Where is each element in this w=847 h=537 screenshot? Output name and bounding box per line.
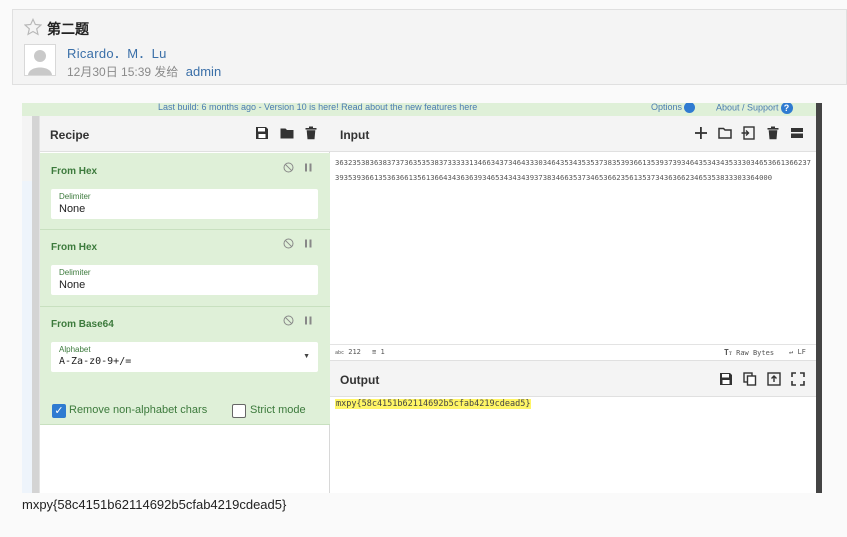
pause-icon[interactable] (304, 163, 313, 172)
save-icon[interactable] (255, 126, 269, 140)
add-tab-icon[interactable] (694, 126, 708, 140)
about-label: About / Support (716, 103, 779, 113)
banner-text[interactable]: Last build: 6 months ago - Version 10 is… (158, 103, 477, 112)
post-title: 第二题 (47, 21, 89, 37)
delimiter-field[interactable]: Delimiter None (51, 189, 318, 219)
scrollbar[interactable] (32, 116, 39, 493)
field-label: Alphabet (59, 345, 91, 354)
eol-indicator[interactable]: ↵ LF (789, 348, 806, 356)
post-date: 12月30日 15:39 (67, 65, 152, 79)
disable-icon[interactable] (283, 315, 294, 326)
input-title: Input (340, 128, 370, 142)
open-folder-icon[interactable] (718, 126, 732, 140)
recipe-title: Recipe (50, 128, 90, 142)
char-count-label: abc (335, 350, 345, 356)
operations-panel-edge (22, 116, 40, 493)
field-value: A-Za-z0-9+/= (59, 356, 132, 367)
io-pane: Input 3632353836383737363535383733333134… (330, 116, 816, 493)
field-label: Delimiter (59, 192, 91, 201)
alphabet-select[interactable]: Alphabet A-Za-z0-9+/= ▼ (51, 342, 318, 372)
trash-icon[interactable] (766, 126, 780, 140)
build-banner: Last build: 6 months ago - Version 10 is… (22, 103, 822, 116)
field-value: None (59, 203, 86, 215)
avatar[interactable] (24, 44, 56, 76)
post-meta: 12月30日 15:39 发给 admin (67, 63, 221, 80)
format-indicator[interactable]: Tᴛ Raw Bytes (724, 348, 774, 357)
maximize-icon[interactable] (791, 372, 805, 386)
strict-mode-checkbox[interactable] (232, 404, 246, 418)
answer-text: mxpy{58c4151b62114692b5cfab4219cdead5} (22, 497, 287, 512)
input-textarea[interactable]: 3632353836383737363535383733333134663437… (335, 156, 813, 185)
chevron-down-icon: ▼ (303, 353, 310, 360)
field-label: Delimiter (59, 268, 91, 277)
operation-from-hex-2[interactable]: From Hex Delimiter None (40, 230, 330, 307)
copy-icon[interactable] (743, 372, 757, 386)
star-icon[interactable] (24, 18, 42, 36)
input-status-bar: abc 212 ≡ 1 Tᴛ Raw Bytes ↵ LF (330, 344, 816, 360)
pause-icon[interactable] (304, 239, 313, 248)
delimiter-field[interactable]: Delimiter None (51, 265, 318, 295)
folder-icon[interactable] (280, 126, 294, 140)
strict-mode-label: Strict mode (250, 404, 306, 416)
admin-link[interactable]: admin (186, 64, 221, 79)
gear-icon (684, 103, 696, 114)
by-label: 发给 (154, 65, 179, 79)
output-text[interactable]: mxpy{58c4151b62114692b5cfab4219cdead5} (335, 399, 532, 409)
output-title: Output (340, 373, 380, 387)
options-label: Options (651, 103, 683, 112)
pause-icon[interactable] (304, 316, 313, 325)
input-header: Input (330, 116, 816, 152)
eol-value: LF (797, 348, 806, 356)
cyberchef-screenshot: Last build: 6 months ago - Version 10 is… (22, 103, 822, 493)
remove-nonalpha-checkbox[interactable]: ✓ (52, 404, 66, 418)
field-value: None (59, 279, 86, 291)
checkbox-row: ✓ Remove non-alphabet chars Strict mode (51, 403, 331, 421)
remove-nonalpha-label: Remove non-alphabet chars (69, 404, 208, 416)
line-count: ≡ 1 (372, 348, 385, 356)
options-link[interactable]: Options (651, 103, 696, 114)
char-count-value: 212 (348, 348, 361, 356)
about-link[interactable]: About / Support? (716, 103, 793, 114)
disable-icon[interactable] (283, 162, 294, 173)
post-header: 第二题 Ricardo．M．Lu 12月30日 15:39 发给 admin (12, 9, 847, 85)
replace-input-icon[interactable] (767, 372, 781, 386)
operation-name: From Hex (51, 242, 98, 253)
trash-icon[interactable] (304, 126, 318, 140)
operation-name: From Base64 (51, 319, 114, 330)
import-file-icon[interactable] (741, 126, 755, 140)
line-count-value: 1 (380, 348, 385, 356)
format-value: Raw Bytes (736, 349, 775, 357)
recipe-pane: Recipe From Hex Delimiter None From Hex … (40, 116, 330, 493)
output-header: Output (330, 360, 816, 397)
user-silhouette-icon (28, 50, 52, 75)
operation-from-hex-1[interactable]: From Hex Delimiter None (40, 153, 330, 230)
save-icon[interactable] (719, 372, 733, 386)
layout-icon[interactable] (790, 126, 804, 140)
help-icon: ? (780, 103, 793, 114)
char-count: abc 212 (335, 348, 361, 356)
author-link[interactable]: Ricardo．M．Lu (67, 43, 167, 62)
recipe-header: Recipe (40, 116, 330, 152)
operation-name: From Hex (51, 166, 98, 177)
disable-icon[interactable] (283, 238, 294, 249)
window-edge (816, 103, 822, 493)
